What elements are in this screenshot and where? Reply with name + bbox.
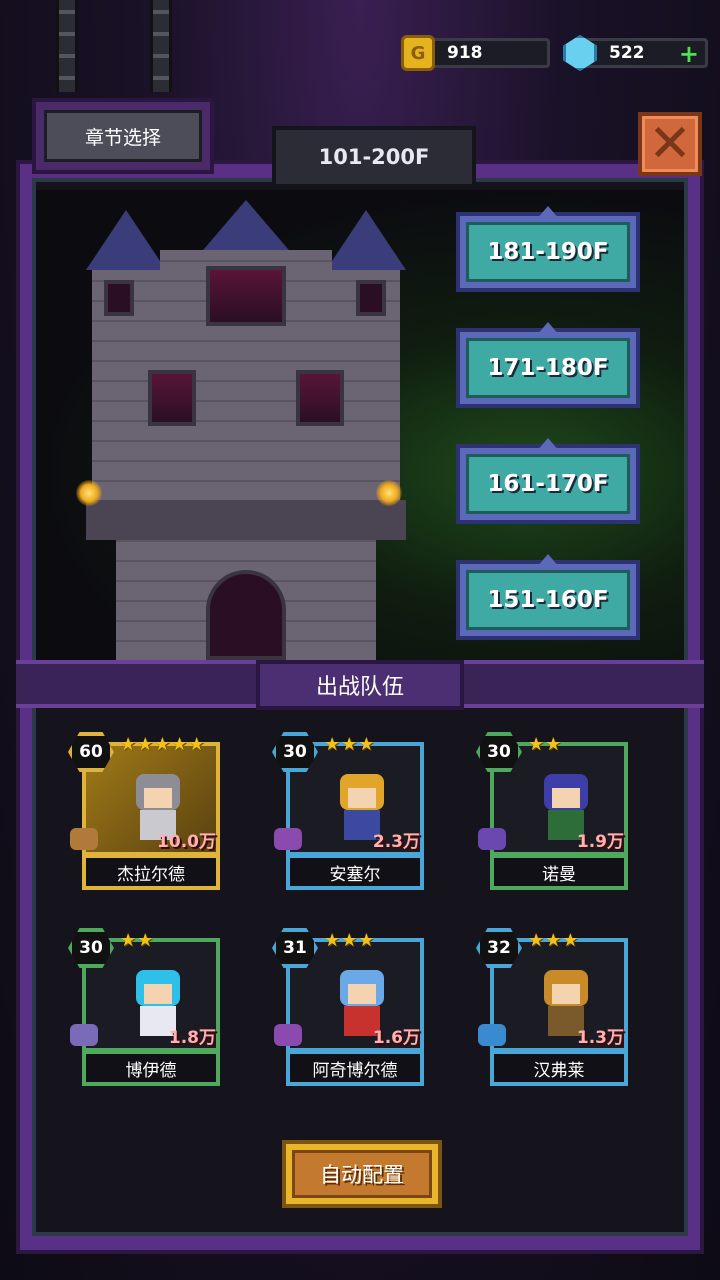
- floor-button-151-160[interactable]: 151-160F: [456, 554, 640, 640]
- close-icon: ✕: [648, 114, 692, 174]
- hero-name: 安塞尔: [286, 854, 424, 890]
- chapter-select-label: 章节选择: [44, 110, 202, 162]
- add-gems-button[interactable]: +: [679, 41, 699, 67]
- hero-face: [144, 984, 172, 1004]
- hero-stars: ★★★★★: [120, 734, 206, 755]
- hero-card[interactable]: 2.3万 安塞尔 30 ★★★: [272, 732, 424, 892]
- gold-coin-icon: G: [401, 35, 435, 71]
- hero-card[interactable]: 1.6万 阿奇博尔德 31 ★★★: [272, 928, 424, 1088]
- element-icon: [70, 828, 98, 850]
- hero-card[interactable]: 1.9万 诺曼 30 ★★: [476, 732, 628, 892]
- gem-counter: 522 +: [563, 35, 708, 71]
- element-icon: [478, 828, 506, 850]
- hero-power: 1.8万: [168, 1028, 216, 1048]
- floor-button-181-190[interactable]: 181-190F: [456, 206, 640, 292]
- auto-config-label: 自动配置: [292, 1150, 432, 1198]
- floor-button-171-180[interactable]: 171-180F: [456, 322, 640, 408]
- close-button[interactable]: ✕: [638, 112, 702, 176]
- hero-power: 1.3万: [576, 1028, 624, 1048]
- hero-power: 10.0万: [157, 832, 216, 852]
- torch-right: [376, 480, 402, 506]
- gold-counter: G 918: [401, 35, 550, 71]
- tower-illustration: [76, 190, 406, 660]
- floor-button-label: 171-180F: [466, 338, 630, 398]
- chain-left: [56, 0, 78, 92]
- gem-icon: [563, 35, 597, 71]
- tower-balcony: [86, 500, 406, 540]
- team-title: 出战队伍: [256, 660, 464, 710]
- element-icon: [478, 1024, 506, 1046]
- hero-name: 汉弗莱: [490, 1050, 628, 1086]
- element-icon: [274, 828, 302, 850]
- torch-left: [76, 480, 102, 506]
- floor-button-label: 151-160F: [466, 570, 630, 630]
- hero-face: [348, 788, 376, 808]
- tower-roof-right: [326, 210, 406, 270]
- chain-right: [150, 0, 172, 92]
- hero-card[interactable]: 10.0万 杰拉尔德 60 ★★★★★: [68, 732, 220, 892]
- floor-button-label: 181-190F: [466, 222, 630, 282]
- hero-card[interactable]: 1.8万 博伊德 30 ★★: [68, 928, 220, 1088]
- hero-stars: ★★★: [324, 734, 376, 755]
- tower-window: [206, 266, 286, 326]
- tower-gate: [206, 570, 286, 660]
- hero-face: [348, 984, 376, 1004]
- auto-config-button[interactable]: 自动配置: [282, 1140, 442, 1208]
- hero-power: 1.6万: [372, 1028, 420, 1048]
- tower-window: [148, 370, 196, 426]
- hero-face: [552, 788, 580, 808]
- hero-name: 阿奇博尔德: [286, 1050, 424, 1086]
- hero-card[interactable]: 1.3万 汉弗莱 32 ★★★: [476, 928, 628, 1088]
- element-icon: [274, 1024, 302, 1046]
- floor-button-label: 161-170F: [466, 454, 630, 514]
- hero-stars: ★★: [528, 734, 563, 755]
- gem-value: 522: [609, 43, 645, 63]
- hero-name: 博伊德: [82, 1050, 220, 1086]
- floor-range-tab: 101-200F: [272, 126, 476, 188]
- hero-power: 1.9万: [576, 832, 624, 852]
- chapter-select-button[interactable]: 章节选择: [32, 98, 214, 174]
- hero-face: [144, 788, 172, 808]
- element-icon: [70, 1024, 98, 1046]
- gold-value: 918: [447, 43, 483, 63]
- hero-stars: ★★★: [528, 930, 580, 951]
- hero-name: 杰拉尔德: [82, 854, 220, 890]
- hero-stars: ★★: [120, 930, 155, 951]
- floor-button-161-170[interactable]: 161-170F: [456, 438, 640, 524]
- tower-window: [296, 370, 344, 426]
- hero-face: [552, 984, 580, 1004]
- hero-name: 诺曼: [490, 854, 628, 890]
- tower-roof-left: [86, 210, 166, 270]
- hero-stars: ★★★: [324, 930, 376, 951]
- game-screen: G 918 522 + 章节选择 101-200F ✕ 181-190F 171…: [0, 0, 720, 1280]
- tower-window: [104, 280, 134, 316]
- hero-power: 2.3万: [372, 832, 420, 852]
- tower-window: [356, 280, 386, 316]
